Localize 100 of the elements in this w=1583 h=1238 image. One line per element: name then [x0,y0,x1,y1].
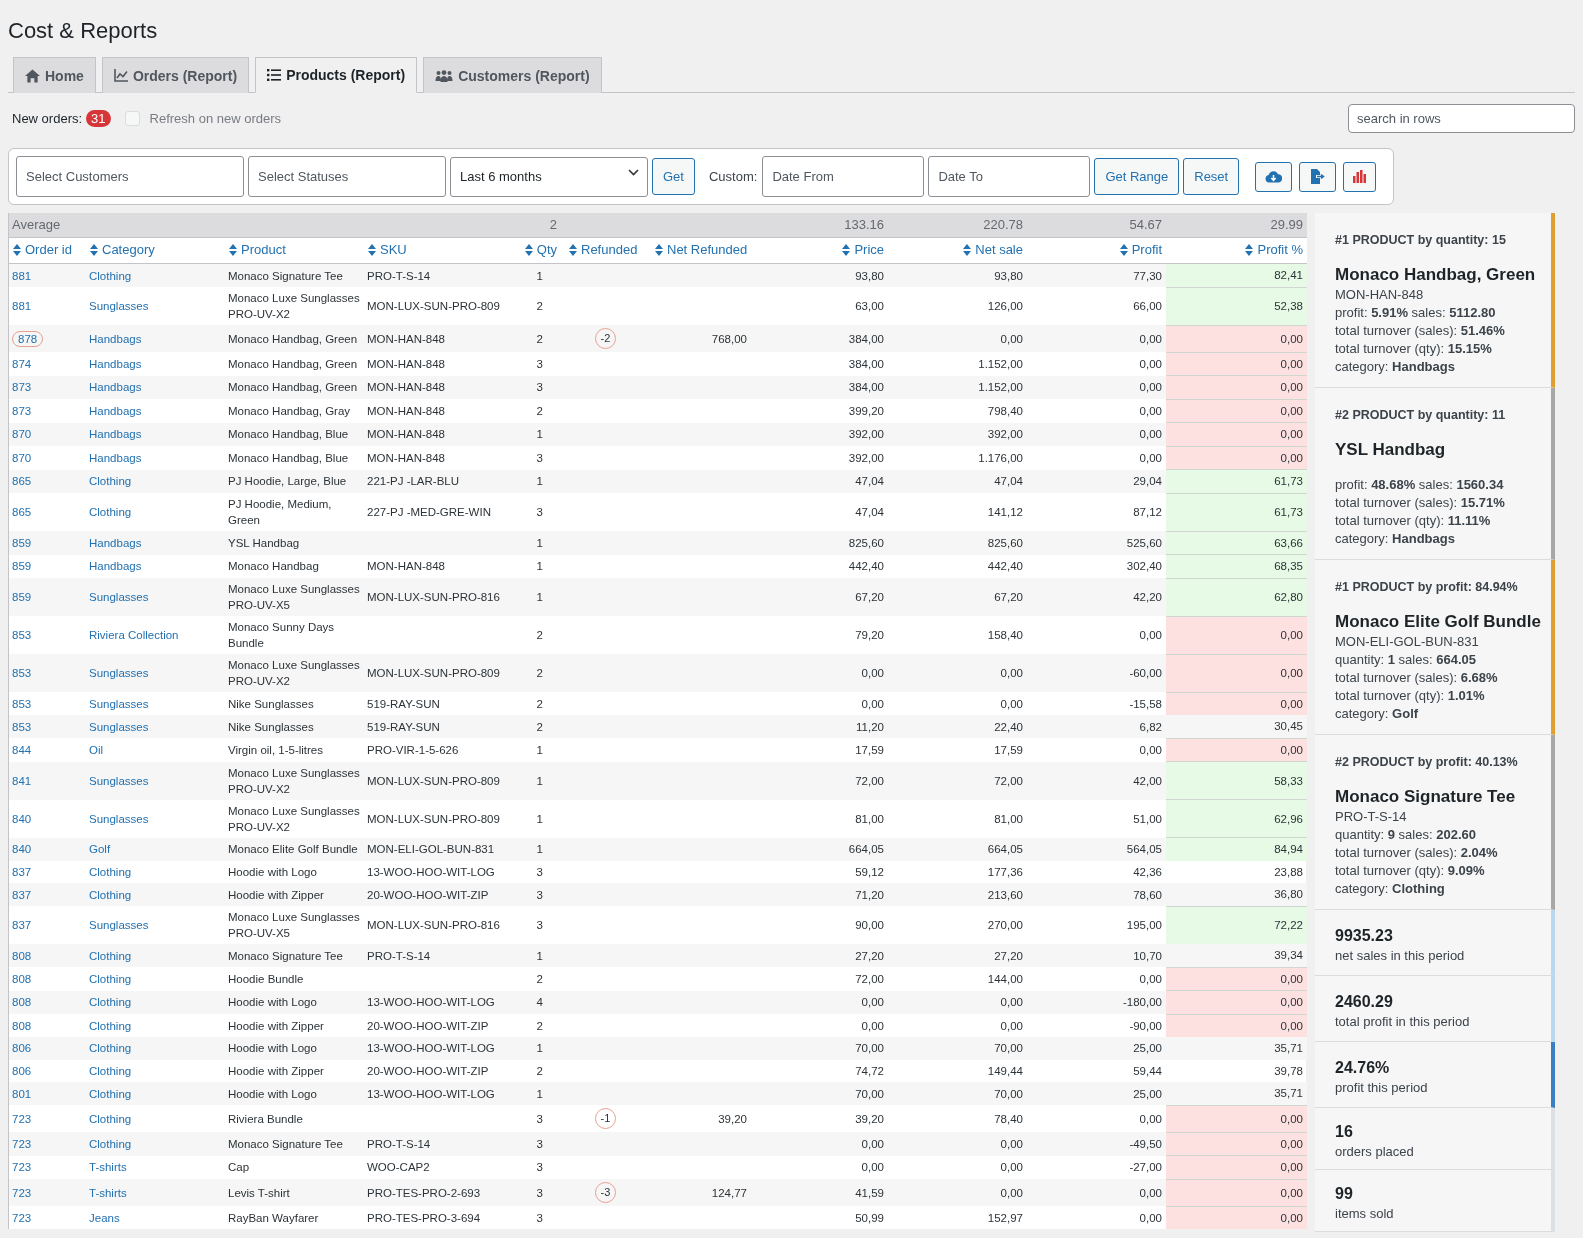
category-link[interactable]: Sunglasses [89,591,149,603]
order-link[interactable]: 859 [12,536,32,549]
search-field[interactable]: search in rows [1348,104,1575,133]
category-link[interactable]: Clothing [89,1137,132,1150]
export-button[interactable] [1299,161,1337,192]
category-link[interactable]: Riviera Collection [89,629,179,641]
category-link[interactable]: Handbags [89,451,142,464]
category-link[interactable]: Oil [89,743,104,756]
category-link[interactable]: Sunglasses [89,774,149,787]
category-link[interactable]: Golf [89,843,111,855]
category-link[interactable]: Clothing [89,1064,132,1077]
category-link[interactable]: Clothing [89,1042,132,1055]
date-from-field[interactable]: Date From [762,156,925,197]
category-link[interactable]: Clothing [89,475,132,488]
category-link[interactable]: Sunglasses [89,667,149,679]
customers-field[interactable]: Select Customers [16,156,244,197]
tab[interactable]: Home [13,57,96,93]
category-link[interactable]: Handbags [89,357,142,370]
order-link[interactable]: 859 [12,591,32,603]
table-cell: 67,20 [751,578,888,616]
get-button[interactable]: Get [652,158,695,195]
period-select[interactable]: Last 6 months [450,156,648,197]
order-link[interactable]: 873 [12,404,32,417]
order-link[interactable]: 723 [12,1137,32,1150]
get-range-button[interactable]: Get Range [1094,158,1180,195]
order-link[interactable]: 806 [12,1064,32,1077]
order-link[interactable]: 723 [12,1112,32,1125]
order-link[interactable]: 723 [12,1161,32,1174]
category-link[interactable]: Sunglasses [89,919,149,931]
column-header[interactable]: SKU [368,242,407,258]
order-link[interactable]: 841 [12,774,32,787]
column-header[interactable]: Net sale [963,242,1023,258]
table-cell: 0,00 [1027,738,1166,762]
order-link[interactable]: 865 [12,506,32,518]
category-link[interactable]: Clothing [89,888,132,901]
category-link[interactable]: Clothing [89,865,132,878]
order-link[interactable]: 881 [12,300,32,312]
order-link[interactable]: 723 [12,1211,32,1224]
column-header[interactable]: Price [842,242,884,258]
table-cell: 13-WOO-HOO-WIT-LOG [364,1037,506,1060]
category-link[interactable]: Clothing [89,996,132,1009]
category-link[interactable]: Sunglasses [89,300,149,312]
order-link[interactable]: 808 [12,972,32,985]
order-link[interactable]: 808 [12,949,32,962]
table-cell: Monaco Luxe Sunglasses PRO-UV-X2 [225,799,364,838]
category-link[interactable]: Clothing [89,972,132,985]
order-link[interactable]: 865 [12,475,32,488]
order-link[interactable]: 840 [12,843,32,855]
category-link[interactable]: Clothing [89,1112,132,1125]
chart-button[interactable] [1343,161,1377,192]
category-link[interactable]: T-shirts [89,1186,127,1199]
statuses-field[interactable]: Select Statuses [248,156,446,197]
column-header[interactable]: Refunded [569,242,638,258]
column-header[interactable]: Net Refunded [655,242,748,258]
order-link[interactable]: 837 [12,865,32,878]
category-link[interactable]: Sunglasses [89,697,149,710]
category-link[interactable]: Sunglasses [89,812,149,825]
category-link[interactable]: Jeans [89,1211,120,1224]
category-link[interactable]: Clothing [89,506,132,518]
category-link[interactable]: Clothing [89,269,132,282]
order-link[interactable]: 806 [12,1042,32,1055]
category-link[interactable]: Clothing [89,1087,132,1100]
order-link[interactable]: 870 [12,451,32,464]
column-header[interactable]: Profit % [1245,242,1303,258]
order-link[interactable]: 853 [12,720,32,733]
date-to-field[interactable]: Date To [928,156,1091,197]
tab[interactable]: Customers (Report) [423,57,602,93]
order-link[interactable]: 859 [12,560,32,573]
column-header[interactable]: Category [90,242,155,258]
order-link[interactable]: 801 [12,1087,32,1100]
order-link[interactable]: 853 [12,629,32,641]
column-header[interactable]: Qty [524,242,557,258]
order-link[interactable]: 870 [12,428,32,441]
order-link[interactable]: 853 [12,697,32,710]
new-orders-label: New orders: [12,111,83,126]
order-link[interactable]: 840 [12,812,32,825]
order-link[interactable]: 873 [12,381,32,394]
reset-button[interactable]: Reset [1183,158,1240,195]
column-header[interactable]: Product [229,242,286,258]
tab[interactable]: Products (Report) [255,57,418,93]
table-cell: 0,00 [888,1179,1027,1206]
download-button[interactable] [1255,161,1293,192]
category-link[interactable]: Handbags [89,560,142,573]
category-link[interactable]: Handbags [89,332,142,345]
column-header[interactable]: Profit [1119,242,1162,258]
order-link[interactable]: 723 [12,1186,32,1199]
order-link[interactable]: 853 [12,667,32,679]
order-link[interactable]: 844 [12,743,32,756]
order-link[interactable]: 808 [12,996,32,1009]
column-header[interactable]: Order id [13,242,72,258]
category-link[interactable]: Clothing [89,1019,132,1032]
category-link[interactable]: T-shirts [89,1161,127,1174]
order-link[interactable]: 808 [12,1019,32,1032]
order-link[interactable]: 837 [12,888,32,901]
order-link[interactable]: 874 [12,357,32,370]
category-link[interactable]: Handbags [89,404,142,417]
category-link[interactable]: Clothing [89,949,132,962]
order-link[interactable]: 837 [12,919,32,931]
tab[interactable]: Orders (Report) [101,57,250,93]
order-link[interactable]: 881 [12,269,32,282]
